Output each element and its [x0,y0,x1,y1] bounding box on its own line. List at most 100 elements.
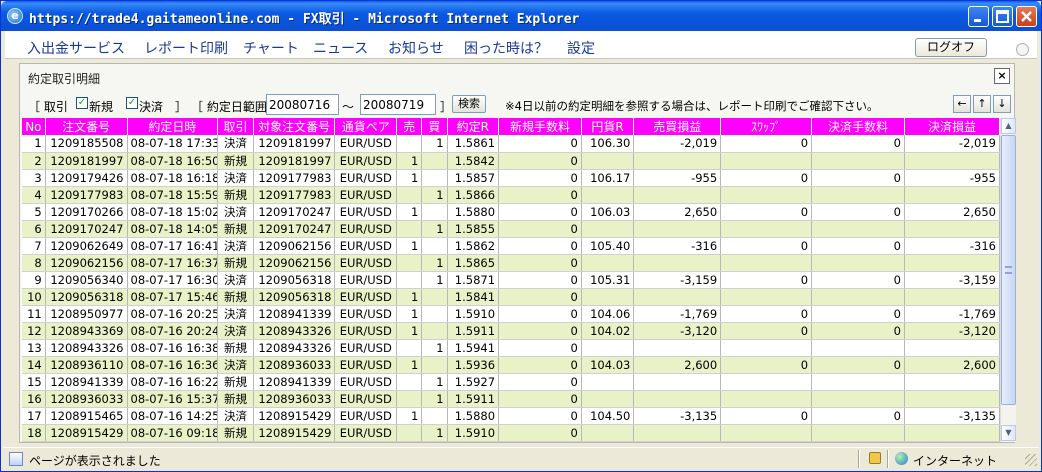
scroll-down-icon[interactable]: ▼ [1001,425,1016,441]
table-row[interactable]: 17 1208915465 08-07-16 14:25 決済 1208915429 EU… [22,407,1000,425]
column-header[interactable]: 円貨R [581,118,635,135]
table-row[interactable]: 5 1209170266 08-07-18 15:02 決済 1209170247 EUR… [22,203,1000,221]
table-cell: 0 [811,305,905,323]
logout-button[interactable]: ログオフ [915,38,987,57]
nav-down-button[interactable]: ↓ [993,95,1011,113]
table-cell [904,254,1000,272]
table-cell: 1209177983 [253,169,336,187]
table-row[interactable]: 9 1209056340 08-07-17 16:30 決済 1209056318 EUR… [22,271,1000,289]
table-cell: 08-07-17 15:46 [127,288,219,306]
table-cell: 0 [498,424,582,442]
column-header[interactable]: ｽﾜｯﾌﾟ [720,118,813,135]
table-row[interactable]: 2 1209181997 08-07-18 16:50 新規 1209181997 EUR… [22,152,1000,170]
column-header[interactable]: 新規手数料 [498,118,582,135]
table-cell: 2,650 [904,203,1000,221]
table-row[interactable]: 13 1208943326 08-07-16 16:38 新規 1208943326 EU… [22,339,1000,357]
date-to-input[interactable]: 20080719 [360,94,436,115]
table-cell: 0 [720,169,813,187]
menu-report-print[interactable]: レポート印刷 [144,38,228,58]
table-cell: 1209181997 [253,135,336,153]
column-header[interactable]: No [22,118,46,135]
scroll-thumb[interactable] [1001,135,1016,405]
table-cell: 0 [811,237,905,255]
table-row[interactable]: 7 1209062649 08-07-17 16:41 決済 1209062156 EUR… [22,237,1000,255]
table-cell: 3 [22,169,46,187]
settle-checkbox[interactable]: ✓ [126,97,138,109]
table-row[interactable]: 12 1208943369 08-07-16 20:24 決済 1208943326 EU… [22,322,1000,340]
table-cell: 1209170247 [253,203,336,221]
minimize-button[interactable] [968,6,989,27]
column-header[interactable]: 売買損益 [633,118,722,135]
range-separator: 〜 [342,100,355,114]
table-cell: 13 [22,339,46,357]
table-cell: 1 [421,390,448,408]
table-row[interactable]: 1 1209185508 08-07-18 17:33 決済 1209181997 EUR… [22,135,1000,153]
table-row[interactable]: 6 1209170247 08-07-18 14:05 新規 1209170247 EUR… [22,220,1000,238]
table-cell: EUR/USD [334,254,398,272]
search-button[interactable]: 検索 [452,95,486,113]
table-row[interactable]: 8 1209062156 08-07-17 16:37 新規 1209062156 EUR… [22,254,1000,272]
panel-close-button[interactable]: × [994,68,1010,84]
table-cell: 1.5910 [447,305,500,323]
resize-grip-icon[interactable] [1025,454,1037,466]
table-cell [904,186,1000,204]
close-window-button[interactable] [1016,6,1037,27]
minimize-icon [974,19,981,22]
column-header[interactable]: 決済損益 [904,118,1000,135]
column-header[interactable]: 対象注文番号 [253,118,336,135]
settle-label: 決済 [139,100,164,114]
vertical-scrollbar[interactable]: ▲ ▼ [1000,118,1016,442]
date-range-label: ［ 約定日範囲 [191,100,267,114]
maximize-button[interactable] [992,6,1013,27]
column-header[interactable]: 取引 [217,118,254,135]
table-cell: -1,769 [904,305,1000,323]
table-cell: 1208915429 [253,424,336,442]
table-row[interactable]: 4 1209177983 08-07-18 15:59 新規 1209177983 EUR… [22,186,1000,204]
table-cell: 1209056318 [253,271,336,289]
date-from-input[interactable]: 20080716 [266,94,339,115]
column-header[interactable]: 買 [421,118,448,135]
column-header[interactable]: 注文番号 [45,118,128,135]
status-divider [858,450,860,468]
table-cell: 0 [498,152,582,170]
table-cell: 10 [22,288,46,306]
table-cell [811,424,905,442]
new-checkbox[interactable]: ✓ [76,97,88,109]
table-cell: 08-07-16 15:37 [127,390,219,408]
table-cell: 14 [22,356,46,374]
column-header[interactable]: 約定R [447,118,500,135]
table-row[interactable]: 15 1208941339 08-07-16 16:22 新規 1208941339 EU… [22,373,1000,391]
column-header[interactable]: 決済手数料 [811,118,905,135]
table-row[interactable]: 16 1208936033 08-07-16 15:37 新規 1208936033 EU… [22,390,1000,408]
title-bar[interactable]: e https://trade4.gaitameonline.com - FX取… [1,1,1041,31]
table-cell [581,186,635,204]
menu-chart[interactable]: チャート [243,38,299,58]
table-cell [421,288,448,306]
table-row[interactable]: 11 1208950977 08-07-16 20:25 決済 1208941339 EU… [22,305,1000,323]
table-row[interactable]: 14 1208936110 08-07-16 16:36 決済 1208936033 EU… [22,356,1000,374]
table-cell: 0 [498,220,582,238]
filter-bar: ［ 取引 ✓ 新規 ✓ 決済 ］ ［ 約定日範囲 20080716 〜 2008… [20,92,1014,118]
table-row[interactable]: 3 1209179426 08-07-18 16:18 決済 1209177983 EUR… [22,169,1000,187]
nav-left-button[interactable]: ← [953,95,971,113]
menu-deposit-withdrawal[interactable]: 入出金サービス [27,38,125,58]
table-cell [720,424,813,442]
table-cell: 08-07-16 20:25 [127,305,219,323]
table-cell: 0 [498,203,582,221]
table-cell: 0 [498,186,582,204]
menu-settings[interactable]: 設定 [567,38,595,58]
table-cell: EUR/USD [334,407,398,425]
menu-news[interactable]: ニュース [313,38,368,58]
table-row[interactable]: 18 1208915429 08-07-16 09:18 新規 1208915429 EU… [22,424,1000,442]
column-header[interactable]: 売 [396,118,423,135]
table-cell: 2,600 [633,356,722,374]
column-header[interactable]: 約定日時 [127,118,219,135]
column-header[interactable]: 通貨ペア [334,118,398,135]
table-cell: 1.5911 [447,322,500,340]
menu-help[interactable]: 困った時は？ [464,38,548,58]
table-row[interactable]: 10 1209056318 08-07-17 15:46 新規 1209056318 EU… [22,288,1000,306]
scroll-up-icon[interactable]: ▲ [1001,118,1016,134]
table-cell: 1208943326 [253,339,336,357]
menu-notices[interactable]: お知らせ [388,38,444,58]
nav-up-button[interactable]: ↑ [973,95,991,113]
